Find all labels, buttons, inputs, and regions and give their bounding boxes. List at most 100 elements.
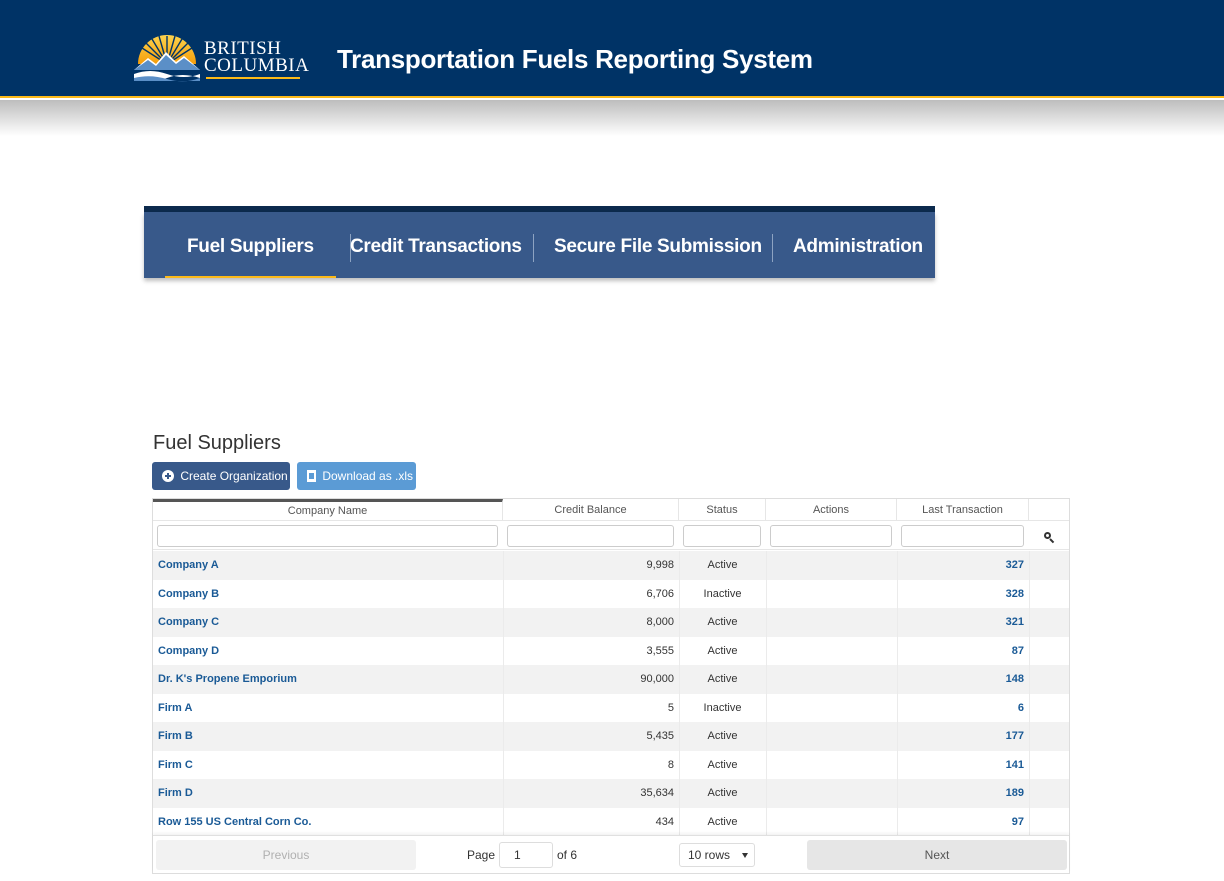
company-name-link[interactable]: Company A [158, 551, 498, 580]
actions-cell [767, 551, 895, 580]
fuel-suppliers-table: Company Name Credit Balance Status Actio… [152, 498, 1070, 874]
credit-balance-cell: 35,634 [640, 787, 674, 799]
column-header-company-name[interactable]: Company Name [153, 499, 503, 521]
last-transaction-link[interactable]: 141 [897, 751, 1024, 780]
status-cell: Active [707, 559, 738, 571]
company-name-link[interactable]: Row 155 US Central Corn Co. [158, 808, 498, 837]
company-name-link[interactable]: Firm C [158, 751, 498, 780]
app-title: Transportation Fuels Reporting System [337, 44, 813, 74]
company-name-link[interactable]: Company D [158, 637, 498, 666]
download-xls-label: Download as .xls [322, 469, 414, 483]
logo-line-columbia: COLUMBIA [204, 55, 310, 76]
last-transaction-link[interactable]: 87 [897, 637, 1024, 666]
status-cell: Inactive [703, 587, 742, 600]
app-header: BRITISH COLUMBIA Transportation Fuels Re… [0, 0, 1224, 98]
column-divider [1029, 693, 1030, 722]
nav-separator [772, 234, 773, 262]
company-name-link[interactable]: Firm D [158, 779, 498, 808]
table-row: Company A 9,998 Active 327 [153, 551, 1069, 580]
create-organization-label: Create Organization [180, 469, 288, 483]
column-header-status[interactable]: Status [679, 499, 766, 521]
nav-item-credit-transactions[interactable]: Credit Transactions [350, 212, 522, 278]
column-header-credit-balance[interactable]: Credit Balance [503, 499, 679, 521]
header-shadow [0, 100, 1224, 136]
table-row: Row 155 US Central Corn Co. 434 Active 97 [153, 807, 1069, 837]
status-cell: Inactive [703, 701, 742, 714]
logo-underline [206, 77, 300, 79]
actions-cell [767, 608, 895, 637]
bc-gov-logo[interactable]: BRITISH COLUMBIA [132, 30, 309, 82]
nav-separator [533, 234, 534, 262]
credit-balance-cell: 5 [667, 701, 674, 714]
column-divider [1029, 750, 1030, 779]
column-divider [1029, 579, 1030, 608]
table-body: Company A 9,998 Active 327 Company B 6,706 Ina… [153, 551, 1069, 836]
nav-item-administration[interactable]: Administration [793, 212, 923, 278]
company-name-link[interactable]: Dr. K's Propene Emporium [158, 665, 498, 694]
last-transaction-link[interactable]: 189 [897, 779, 1024, 808]
excel-file-icon [307, 469, 316, 482]
filter-actions-input[interactable] [770, 525, 892, 547]
caret-down-icon [742, 853, 748, 858]
table-row: Firm A 5 Inactive 6 [153, 693, 1069, 723]
last-transaction-link[interactable]: 327 [897, 551, 1024, 580]
filter-credit-balance-input[interactable] [507, 525, 674, 547]
nav-item-fuel-suppliers[interactable]: Fuel Suppliers [165, 212, 336, 278]
status-cell: Active [707, 730, 738, 742]
table-row: Firm C 8 Active 141 [153, 750, 1069, 780]
bc-wordmark: BRITISH COLUMBIA [204, 39, 310, 76]
main-navigation: Fuel Suppliers Credit Transactions Secur… [144, 206, 935, 278]
rows-per-page-value: 10 rows [688, 848, 731, 862]
previous-page-button[interactable]: Previous [156, 840, 416, 870]
actions-cell [767, 580, 895, 609]
credit-balance-cell: 8 [667, 758, 674, 771]
nav-bar: Fuel Suppliers Credit Transactions Secur… [144, 212, 935, 278]
column-divider [1029, 665, 1030, 694]
bc-sun-mountains-icon [134, 35, 200, 82]
credit-balance-cell: 9,998 [646, 559, 674, 571]
filter-last-transaction-input[interactable] [901, 525, 1024, 547]
column-divider [1029, 551, 1030, 580]
column-divider [1029, 722, 1030, 751]
filter-row [153, 521, 1069, 550]
last-transaction-link[interactable]: 6 [897, 694, 1024, 723]
credit-balance-cell: 5,435 [646, 730, 674, 742]
page-label: Page [467, 848, 496, 862]
table-row: Company D 3,555 Active 87 [153, 636, 1069, 666]
last-transaction-link[interactable]: 148 [897, 665, 1024, 694]
company-name-link[interactable]: Company B [158, 580, 498, 609]
download-xls-button[interactable]: Download as .xls [297, 462, 416, 490]
credit-balance-cell: 6,706 [646, 587, 674, 600]
actions-cell [767, 779, 895, 808]
next-page-button[interactable]: Next [807, 840, 1067, 870]
search-icon[interactable] [1039, 527, 1057, 545]
status-cell: Active [707, 787, 738, 799]
page-number-input[interactable]: 1 [499, 842, 553, 868]
filter-company-name-input[interactable] [157, 525, 498, 547]
plus-circle-icon [162, 469, 174, 482]
company-name-link[interactable]: Firm B [158, 722, 498, 751]
column-header-last-transaction[interactable]: Last Transaction [897, 499, 1029, 521]
last-transaction-link[interactable]: 177 [897, 722, 1024, 751]
rows-per-page-select[interactable]: 10 rows [679, 843, 755, 867]
table-header: Company Name Credit Balance Status Actio… [153, 499, 1069, 521]
filter-status-input[interactable] [683, 525, 761, 547]
last-transaction-link[interactable]: 328 [897, 580, 1024, 609]
company-name-link[interactable]: Firm A [158, 694, 498, 723]
table-row: Dr. K's Propene Emporium 90,000 Active 148 [153, 665, 1069, 694]
actions-cell [767, 637, 895, 666]
nav-item-secure-file-submission[interactable]: Secure File Submission [554, 212, 762, 278]
company-name-link[interactable]: Company C [158, 608, 498, 637]
column-header-actions[interactable]: Actions [766, 499, 897, 521]
pagination-bar: Previous Page 1 of 6 10 rows Next [153, 835, 1069, 873]
table-row: Firm B 5,435 Active 177 [153, 722, 1069, 751]
status-cell: Active [707, 616, 738, 628]
create-organization-button[interactable]: Create Organization [152, 462, 290, 490]
last-transaction-link[interactable]: 321 [897, 608, 1024, 637]
last-transaction-link[interactable]: 97 [897, 808, 1024, 837]
credit-balance-cell: 8,000 [646, 616, 674, 628]
column-divider [1029, 636, 1030, 665]
page-count-label: of 6 [557, 848, 578, 862]
actions-cell [767, 751, 895, 780]
actions-cell [767, 665, 895, 694]
